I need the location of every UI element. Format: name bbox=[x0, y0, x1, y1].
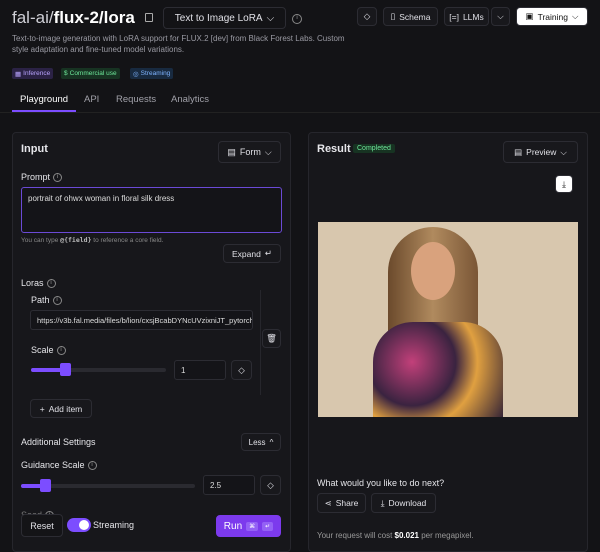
eraser-icon: ◇ bbox=[238, 364, 245, 375]
plus-icon: + bbox=[39, 403, 45, 414]
llms-dropdown[interactable]: ⌵ bbox=[491, 7, 510, 26]
favorite-button[interactable]: ◇ bbox=[357, 7, 377, 26]
copy-icon[interactable] bbox=[145, 13, 153, 22]
cost-note: Your request will cost $0.021 per megapi… bbox=[317, 531, 474, 540]
tab-api[interactable]: API bbox=[84, 94, 99, 105]
reset-guidance-button[interactable]: ◇ bbox=[260, 475, 281, 495]
download-icon: ⤓ bbox=[380, 497, 385, 508]
slider-thumb[interactable] bbox=[40, 479, 52, 492]
less-button[interactable]: Less ^ bbox=[241, 433, 281, 451]
reset-scale-button[interactable]: ◇ bbox=[231, 360, 252, 380]
lora-item-border bbox=[21, 290, 261, 395]
scale-slider[interactable] bbox=[31, 363, 166, 376]
info-icon[interactable]: i bbox=[53, 173, 63, 183]
share-button[interactable]: ⋖ Share bbox=[317, 493, 366, 513]
path-input[interactable]: https://v3b.fal.media/files/b/lion/cxsjB… bbox=[30, 310, 253, 330]
chevron-down-icon: ⌵ bbox=[266, 12, 275, 24]
run-button[interactable]: Run ⌘ ↵ bbox=[216, 515, 281, 537]
tab-requests[interactable]: Requests bbox=[116, 94, 156, 105]
download-button[interactable]: ⤓ Download bbox=[371, 493, 436, 513]
training-button[interactable]: ▣ Training ⌵ bbox=[516, 7, 588, 26]
download-image-button[interactable]: ⤓ bbox=[555, 175, 573, 193]
tab-analytics[interactable]: Analytics bbox=[171, 94, 209, 105]
llms-button[interactable]: [=] LLMs bbox=[444, 7, 489, 26]
share-icon: ⋖ bbox=[324, 497, 332, 508]
scale-input[interactable]: 1 bbox=[174, 360, 226, 380]
chip-icon: ▣ bbox=[525, 11, 534, 21]
guidance-label: Guidance Scale i bbox=[21, 460, 97, 471]
slider-thumb[interactable] bbox=[59, 363, 71, 376]
result-title: Result bbox=[317, 143, 351, 155]
streaming-label: Streaming bbox=[93, 520, 135, 530]
eraser-icon: ◇ bbox=[267, 479, 274, 490]
badge-streaming: ◎ Streaming bbox=[130, 68, 174, 79]
guidance-slider[interactable] bbox=[21, 479, 195, 492]
badge-inference: ▦ Inference bbox=[12, 68, 54, 79]
preview-select[interactable]: ▤ Preview ⌵ bbox=[503, 141, 578, 163]
layout-icon: ▤ bbox=[514, 146, 523, 157]
form-mode-select[interactable]: ▤ Form ⌵ bbox=[218, 141, 281, 163]
reset-button[interactable]: Reset bbox=[21, 514, 63, 537]
model-title: fal-ai/flux-2/lora bbox=[12, 8, 135, 27]
shield-icon: ◇ bbox=[363, 11, 371, 21]
trash-icon: 🗑 bbox=[266, 333, 277, 343]
scale-label: Scale i bbox=[31, 345, 66, 356]
prompt-hint: You can type @{field} to reference a cor… bbox=[21, 236, 164, 244]
llm-icon: [=] bbox=[449, 11, 459, 22]
path-label: Path i bbox=[31, 295, 62, 306]
layout-icon: ▤ bbox=[227, 146, 236, 157]
input-title: Input bbox=[21, 143, 48, 155]
endpoint-select[interactable]: Text to Image LoRA ⌵ bbox=[163, 7, 286, 29]
status-badge: Completed bbox=[353, 144, 395, 153]
result-image[interactable] bbox=[318, 222, 578, 417]
tab-playground[interactable]: Playground bbox=[20, 94, 68, 105]
prompt-textarea[interactable]: portrait of ohwx woman in floral silk dr… bbox=[21, 187, 282, 233]
prompt-label: Prompt i bbox=[21, 172, 63, 183]
model-description: Text-to-image generation with LoRA suppo… bbox=[12, 34, 345, 54]
schema-button[interactable]: ▯ Schema bbox=[383, 7, 438, 26]
expand-button[interactable]: Expand ↵ bbox=[223, 244, 281, 263]
add-item-button[interactable]: + Add item bbox=[30, 399, 92, 418]
delete-lora-button[interactable]: 🗑 bbox=[262, 329, 281, 348]
loras-label: Loras i bbox=[21, 278, 56, 289]
next-prompt: What would you like to do next? bbox=[317, 478, 445, 488]
file-icon: ▯ bbox=[390, 11, 396, 21]
additional-settings-label: Additional Settings bbox=[21, 437, 96, 447]
badge-commercial: $ Commercial use bbox=[61, 68, 120, 79]
divider bbox=[0, 112, 600, 113]
chevron-up-icon: ^ bbox=[269, 437, 274, 447]
info-icon[interactable]: i bbox=[292, 13, 302, 24]
streaming-toggle[interactable] bbox=[67, 518, 91, 532]
guidance-input[interactable]: 2.5 bbox=[203, 475, 255, 495]
